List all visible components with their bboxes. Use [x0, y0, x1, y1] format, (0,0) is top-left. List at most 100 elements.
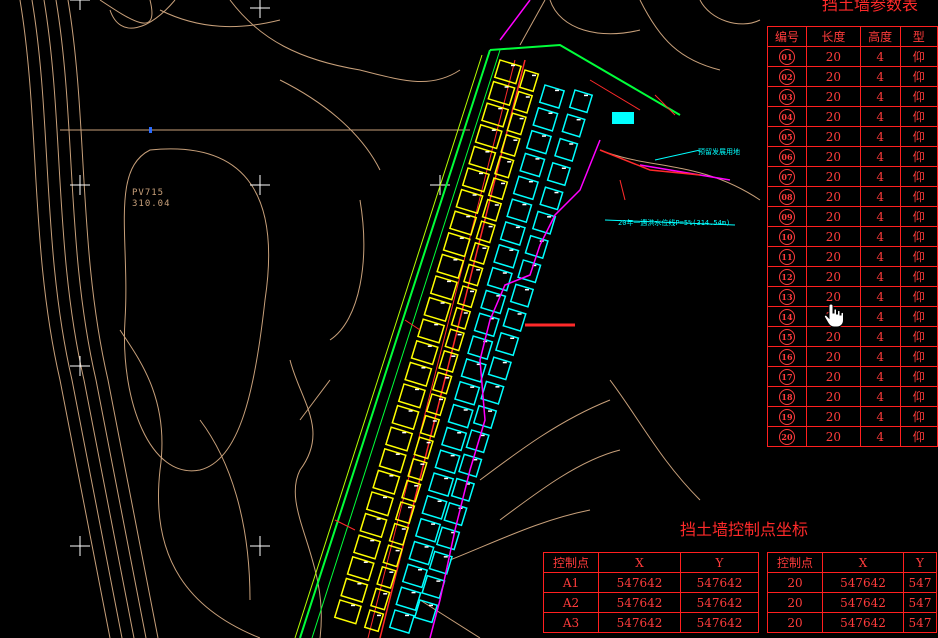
- point-cell: 20: [767, 572, 823, 593]
- row-height-cell: 4: [859, 186, 901, 207]
- cyan-block: [465, 429, 490, 454]
- yellow-block: [359, 512, 388, 539]
- row-id-cell: 15: [767, 326, 807, 347]
- x-cell: 547642: [598, 612, 681, 633]
- y-cell: 547642: [680, 592, 759, 613]
- cyan-block: [487, 356, 512, 381]
- row-length-cell: 20: [805, 226, 861, 247]
- row-id-badge: 02: [778, 68, 795, 85]
- cyan-block: [388, 609, 416, 634]
- yellow-block: [417, 318, 446, 344]
- row-id-cell: 11: [767, 246, 807, 267]
- row-height-cell: 4: [859, 366, 901, 387]
- row-type-cell: 仰: [899, 306, 938, 327]
- param-table-header-row: 编号 长度 高度 型: [767, 26, 938, 47]
- cyan-block: [454, 380, 481, 406]
- yellow-block: [438, 349, 459, 374]
- param-table-row: 18 20 4 仰: [767, 386, 938, 407]
- yellow-block: [397, 383, 426, 409]
- cyan-block: [539, 186, 564, 211]
- param-table-row: 10 20 4 仰: [767, 226, 938, 247]
- pv-elevation: 310.04: [132, 199, 171, 209]
- param-table-row: 16 20 4 仰: [767, 346, 938, 367]
- yellow-block: [469, 241, 490, 266]
- row-length-cell: 20: [805, 346, 861, 367]
- x-cell: 547642: [598, 592, 681, 613]
- row-id-badge: 14: [778, 308, 795, 325]
- param-table-row: 14204仰: [767, 306, 938, 327]
- row-id-badge: 18: [778, 388, 795, 405]
- cyan-block: [499, 221, 526, 246]
- param-table-row: 05 20 4 仰: [767, 126, 938, 147]
- cyan-block: [427, 472, 455, 498]
- yellow-block: [404, 361, 433, 387]
- row-type-cell: 仰: [899, 226, 938, 247]
- row-type-cell: 仰: [899, 426, 938, 447]
- x-cell: 547642: [822, 572, 904, 593]
- yellow-block: [436, 253, 465, 279]
- row-id-badge: 16: [778, 348, 795, 365]
- cyan-block: [538, 84, 566, 109]
- param-table-row: 08 20 4 仰: [767, 186, 938, 207]
- param-table-title: 挡土墙参数表: [822, 0, 919, 14]
- row-height-cell: 4: [859, 66, 901, 87]
- yellow-block: [449, 210, 478, 236]
- row-length-cell: 20: [805, 366, 861, 387]
- control-table-row: A2 547642 547642: [543, 592, 759, 613]
- row-length-cell: 20: [805, 426, 861, 447]
- x-cell: 547642: [598, 572, 681, 593]
- row-type-cell: 仰: [899, 346, 938, 367]
- yellow-block: [365, 491, 394, 517]
- yellow-block: [378, 447, 407, 474]
- cyan-block: [512, 175, 539, 201]
- row-type-cell: 仰: [899, 46, 938, 67]
- row-id-cell: 04: [767, 106, 807, 127]
- row-type-cell: 仰: [899, 366, 938, 387]
- row-height-cell: 4: [859, 346, 901, 367]
- cyan-block: [458, 453, 483, 478]
- yellow-block: [413, 436, 434, 460]
- row-length-cell: 20: [805, 106, 861, 127]
- row-id-badge: 07: [778, 168, 795, 185]
- row-height-cell: 4: [859, 206, 901, 227]
- cyan-block: [395, 586, 422, 612]
- cyan-block: [532, 106, 559, 132]
- row-id-badge: 08: [778, 188, 795, 205]
- row-id-cell: 10: [767, 226, 807, 247]
- row-length-cell: 20: [805, 406, 861, 427]
- x-cell: 547642: [822, 612, 904, 633]
- x-cell: 547642: [822, 592, 904, 613]
- reserve-land-label: 预留发展用地: [698, 148, 740, 156]
- yellow-block: [442, 231, 471, 258]
- yellow-block: [340, 577, 369, 603]
- row-id-badge: 20: [778, 428, 795, 445]
- row-height-cell: 4: [859, 306, 901, 327]
- water-feature: [612, 112, 634, 124]
- point-cell: A2: [543, 592, 599, 613]
- yellow-block: [423, 296, 452, 323]
- row-id-badge: 06: [778, 148, 795, 165]
- y-cell: 547: [903, 592, 937, 613]
- road-alignment: [294, 0, 681, 638]
- header-cell: Y: [903, 552, 937, 573]
- row-id-badge: 15: [778, 328, 795, 345]
- row-height-cell: 4: [859, 286, 901, 307]
- dimension-annotations: [334, 79, 676, 531]
- control-table-2-header-row: 控制点 X Y: [767, 552, 937, 573]
- row-length-cell: 20: [805, 86, 861, 107]
- cyan-block: [435, 526, 461, 551]
- row-id-badge: 19: [778, 408, 795, 425]
- row-type-cell: 仰: [899, 126, 938, 147]
- row-id-badge: 01: [778, 48, 795, 65]
- cyan-block: [568, 89, 594, 114]
- cyan-block: [467, 335, 494, 361]
- row-type-cell: 仰: [899, 386, 938, 407]
- row-length-cell: 20: [805, 166, 861, 187]
- header-cell: 高度: [859, 26, 901, 47]
- row-id-cell: 02: [767, 66, 807, 87]
- row-id-cell: 09: [767, 206, 807, 227]
- cyan-block: [447, 403, 474, 429]
- row-id-cell: 20: [767, 426, 807, 447]
- param-table-row: 02 20 4 仰: [767, 66, 938, 87]
- yellow-block: [518, 69, 540, 93]
